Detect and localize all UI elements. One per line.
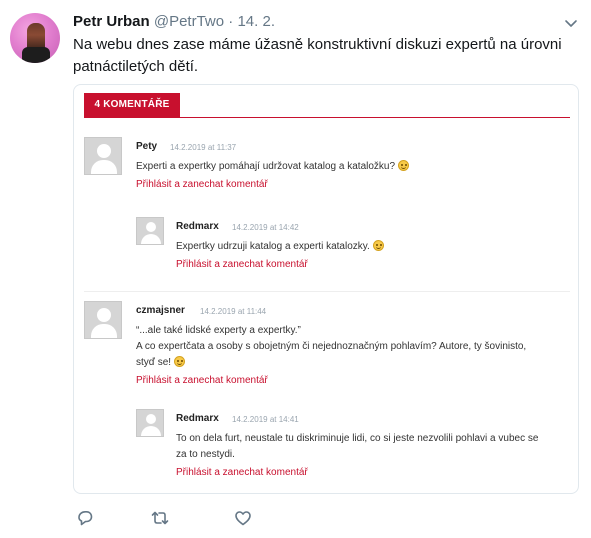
comment-date: 14.2.2019 at 14:42 — [232, 223, 299, 232]
embedded-card[interactable]: 4 KOMENTÁŘE Pety 14.2.2019 at 11:37 Expe… — [73, 84, 579, 494]
tweet: Petr Urban @PetrTwo · 14. 2. Na webu dne… — [0, 0, 591, 538]
tweet-text: Na webu dnes zase máme úžasně konstrukti… — [73, 34, 573, 78]
grin-icon — [173, 356, 185, 367]
comment-line: A co expertčata a osoby s obojetným či n… — [136, 341, 527, 352]
comment-text: Expertky udrzuji katalog a experti katal… — [176, 239, 566, 255]
comment-avatar — [136, 409, 164, 437]
comment-text: To on dela furt, neustale tu diskriminuj… — [176, 431, 568, 463]
comment-date: 14.2.2019 at 14:41 — [232, 415, 299, 424]
comments-count-badge: 4 KOMENTÁŘE — [84, 93, 180, 117]
author-handle[interactable]: @PetrTwo — [154, 13, 224, 30]
tweet-actions — [73, 508, 323, 530]
tweet-text-line: Na webu dnes zase máme úžasně konstrukti… — [73, 36, 562, 53]
header-separator: · — [228, 13, 234, 30]
comment-date: 14.2.2019 at 11:44 — [200, 307, 267, 316]
comment-author: czmajsner — [136, 305, 185, 316]
comment-line: Expertky udrzuji katalog a experti katal… — [176, 241, 370, 252]
comment-reply: Redmarx 14.2.2019 at 14:41 To on dela fu… — [136, 409, 570, 485]
comment-reply: Redmarx 14.2.2019 at 14:42 Expertky udrz… — [136, 217, 570, 277]
comment-line: za to nestydi. — [176, 449, 235, 460]
reply-login-link[interactable]: Přihlásit a zanechat komentář — [136, 179, 268, 190]
comment-avatar — [84, 137, 122, 175]
reply-login-link[interactable]: Přihlásit a zanechat komentář — [176, 467, 308, 478]
reply-login-link[interactable]: Přihlásit a zanechat komentář — [176, 259, 308, 270]
comment-separator — [84, 291, 570, 292]
author-name[interactable]: Petr Urban — [73, 13, 150, 30]
author-avatar[interactable] — [10, 13, 60, 63]
chevron-down-icon[interactable] — [563, 15, 579, 31]
comment-avatar — [136, 217, 164, 245]
comment-line: Experti a expertky pomáhají udržovat kat… — [136, 161, 396, 172]
reply-login-link[interactable]: Přihlásit a zanechat komentář — [136, 375, 268, 386]
comment-date: 14.2.2019 at 11:37 — [170, 143, 237, 152]
comment-author: Pety — [136, 141, 158, 152]
comment: Pety 14.2.2019 at 11:37 Experti a expert… — [84, 137, 570, 197]
comment-line-with-emoji: styď se! — [136, 355, 566, 371]
smiley-icon — [372, 240, 384, 251]
comment-line: “...ale také lidské experty a expertky.” — [136, 325, 301, 336]
retweet-icon[interactable] — [150, 508, 170, 528]
avatar-shirt — [22, 47, 50, 63]
comment-author: Redmarx — [176, 221, 219, 232]
tweet-header: Petr Urban @PetrTwo · 14. 2. — [73, 12, 275, 32]
comment-author: Redmarx — [176, 413, 219, 424]
smiley-icon — [397, 160, 409, 171]
comment-text: Experti a expertky pomáhají udržovat kat… — [136, 159, 566, 175]
tweet-date[interactable]: 14. 2. — [237, 13, 275, 30]
reply-icon[interactable] — [75, 508, 95, 528]
comment-line: To on dela furt, neustale tu diskriminuj… — [176, 433, 539, 444]
tweet-text-line: patnáctiletých dětí. — [73, 58, 199, 75]
badge-divider — [84, 117, 570, 118]
comment-line: styď se! — [136, 357, 172, 368]
like-icon[interactable] — [233, 508, 253, 528]
comment: czmajsner 14.2.2019 at 11:44 “...ale tak… — [84, 301, 570, 391]
comment-text: “...ale také lidské experty a expertky.”… — [136, 323, 566, 371]
comment-avatar — [84, 301, 122, 339]
